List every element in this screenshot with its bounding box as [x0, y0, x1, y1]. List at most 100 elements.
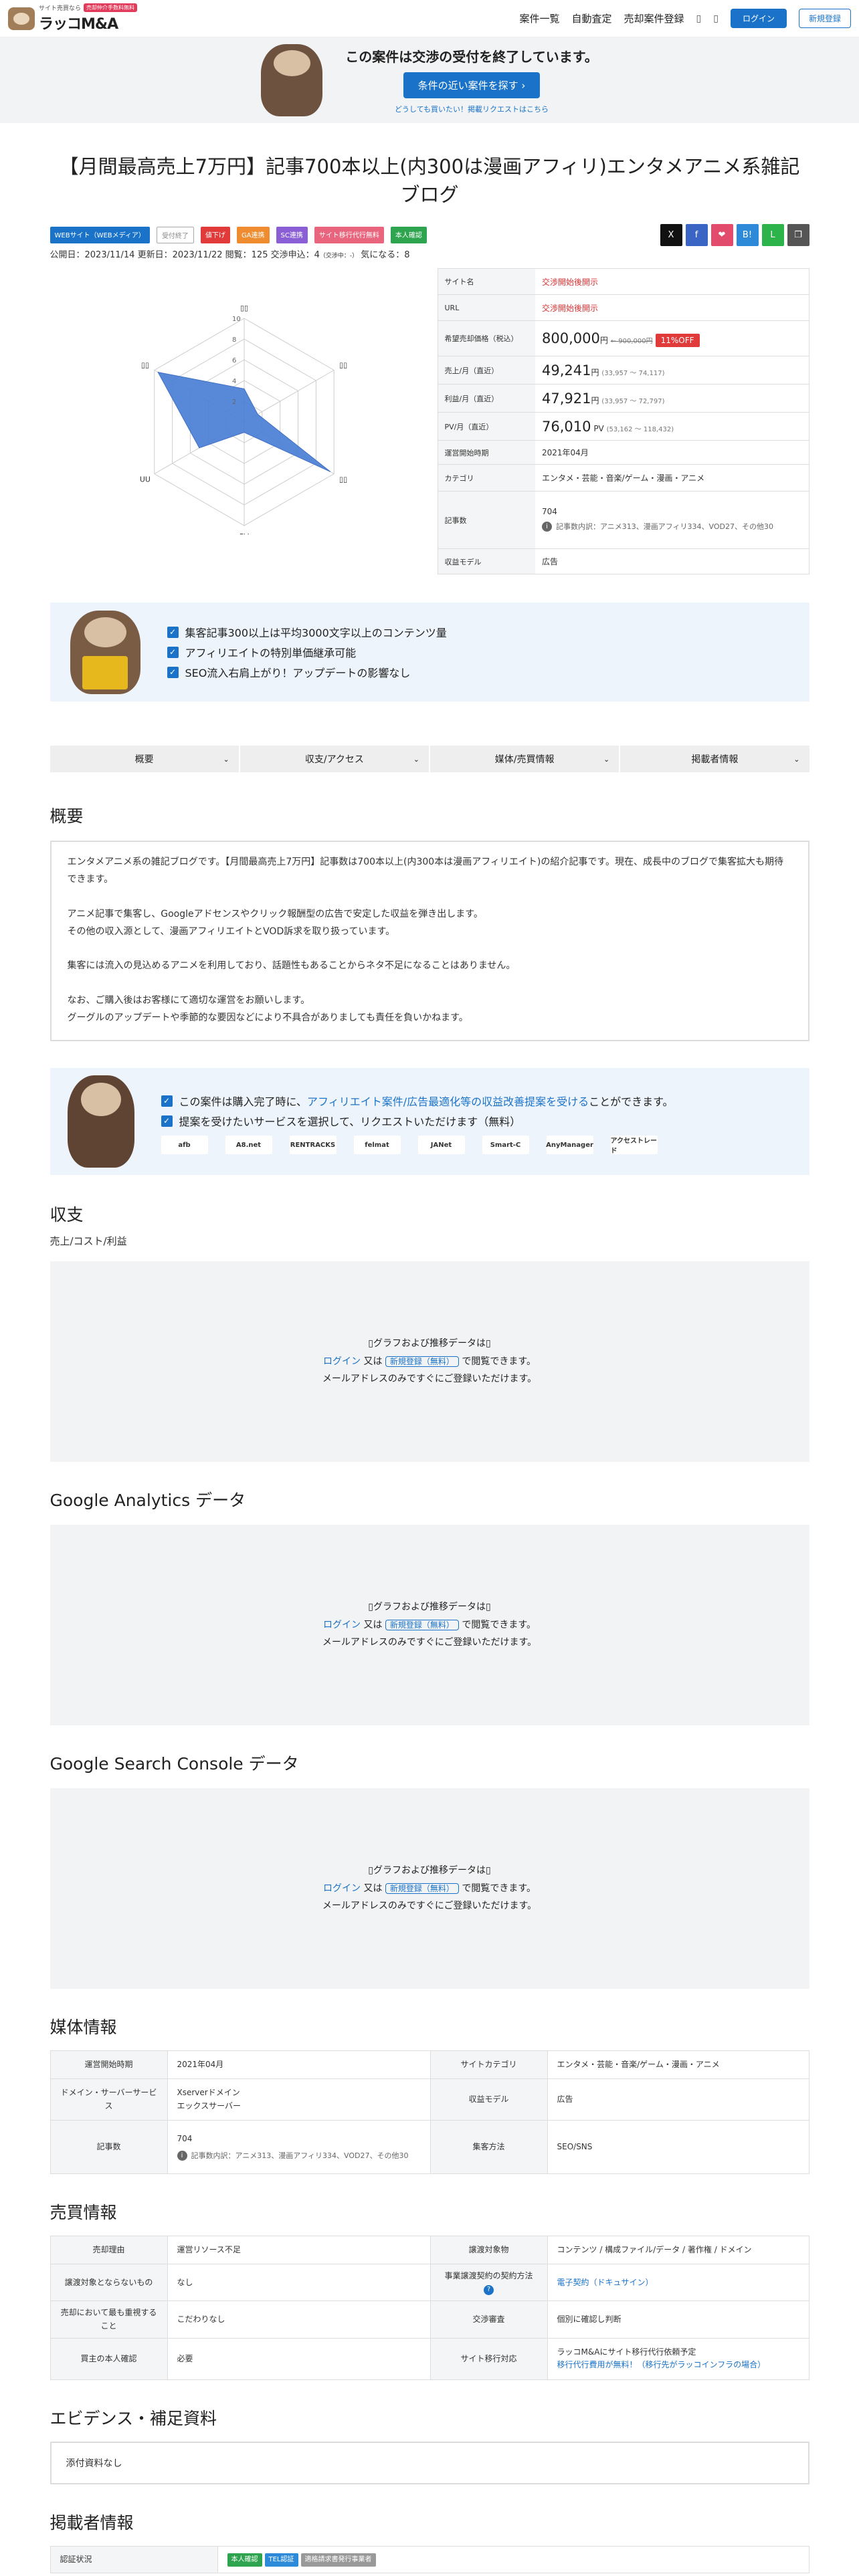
evidence-box: 添付資料なし [50, 2441, 809, 2484]
overview-paragraph [68, 975, 792, 992]
migration-link[interactable]: 移行代行費用が無料！（移行先がラッコインフラの場合） [557, 2360, 766, 2369]
radar-tick-label: 6 [232, 357, 236, 364]
watch-count: 気になる：8 [361, 250, 410, 260]
find-similar-button[interactable]: 条件の近い案件を探す › [403, 72, 541, 98]
articles-label: 記事数 [438, 491, 535, 549]
view-text: で閲覧できます。 [458, 1883, 536, 1894]
tab-seller[interactable]: 掲載者情報 ⌄ [620, 746, 809, 772]
login-link[interactable]: ログイン [323, 1356, 361, 1367]
radar-chart-svg: 10 8 6 4 2 ▯▯ ▯▯ ▯▯ PV UU ▯▯ [139, 304, 347, 541]
facebook-icon[interactable]: f [685, 223, 708, 246]
listing-tag: 受付終了 [156, 226, 194, 243]
partner-logo[interactable]: felmat [353, 1136, 401, 1154]
revenue-model-value: 広告 [535, 548, 809, 574]
tab-media-trade[interactable]: 媒体/売買情報 ⌄ [430, 746, 619, 772]
profit-value: 47,921 [542, 390, 591, 407]
feature-item: SEO流入右肩上がり！アップデートの影響なし [185, 667, 411, 679]
seller-heading: 掲載者情報 [50, 2512, 134, 2533]
login-link[interactable]: ログイン [323, 1883, 361, 1894]
overview-heading: 概要 [50, 807, 84, 826]
listing-request-link[interactable]: どうしても買いたい！掲載リクエストはこちら [345, 104, 597, 114]
revenue-model-label: 収益モデル [438, 548, 535, 574]
site-name-label: サイト名 [438, 268, 535, 295]
checkbox-icon: ✓ [167, 626, 179, 638]
media-info-table: 運営開始時期 2021年04月 サイトカテゴリ エンタメ・芸能・音楽/ゲーム・漫画・ア… [50, 2050, 809, 2174]
site-logo[interactable]: サイト売買なら 売却仲介手数料無料 ラッコM&A [8, 3, 138, 33]
category-value: エンタメ・芸能・音楽/ゲーム・漫画・アニメ [535, 464, 809, 492]
logo-tagline: サイト売買なら [39, 5, 82, 12]
chevron-right-icon: › [521, 80, 526, 92]
summary-table: サイト名 交渉開始後開示 URL 交渉開始後開示 希望売却価格（税込） 800,000… [437, 268, 809, 574]
nav-sell-register[interactable]: 売却案件登録 [624, 11, 684, 25]
register-link[interactable]: 新規登録（無料） [385, 1883, 459, 1894]
notification-icon[interactable]: ▯ [696, 13, 702, 24]
radar-tick-label: 2 [232, 399, 236, 406]
nav-listings[interactable]: 案件一覧 [519, 11, 559, 25]
radar-tick-label: 8 [232, 336, 236, 344]
start-value: 2021年04月 [535, 440, 809, 465]
radar-axis-label: PV [239, 532, 249, 534]
partner-logo[interactable]: afb [161, 1136, 208, 1154]
verification-badge: 本人確認 [227, 2553, 262, 2567]
x-icon[interactable]: X [660, 223, 682, 246]
sales-label: 売上/月（直近） [438, 356, 535, 385]
copy-icon[interactable]: ❐ [787, 223, 809, 246]
articles-value: 704 [542, 507, 557, 517]
login-button[interactable]: ログイン [730, 9, 787, 28]
register-button[interactable]: 新規登録 [798, 9, 851, 28]
checkbox-icon: ✓ [167, 666, 179, 678]
listing-tag: SC連携 [276, 226, 308, 243]
line-icon[interactable]: L [761, 223, 784, 246]
partner-logo[interactable]: AnyManager [546, 1136, 593, 1154]
discount-badge: 11%OFF [655, 334, 700, 347]
overview-paragraph: その他の収入源として、漫画アフィリエイトとVOD訴求を取り扱っています。 [67, 926, 395, 937]
updated-date: 更新日：2023/11/22 [137, 250, 223, 260]
pv-label: PV/月（直近） [438, 412, 535, 441]
trade-info-table: 売却理由 運営リソース不足 譲渡対象物 コンテンツ / 構成ファイル/データ / 著作… [50, 2236, 809, 2380]
locked-cta: ログイン 又は 新規登録（無料） で閲覧できます。 [323, 1353, 536, 1371]
listing-tag: 値下げ [200, 226, 230, 243]
chevron-down-icon: ⌄ [223, 754, 229, 764]
listing-tag: 本人確認 [390, 226, 427, 243]
share-buttons: Xf ❤ B! L ❐ [660, 223, 809, 246]
price-unit: 円 [599, 336, 608, 345]
pv-range: (53,162 〜 118,432) [606, 425, 674, 433]
register-link[interactable]: 新規登録（無料） [385, 1356, 459, 1367]
price-label: 希望売却価格（税込） [438, 320, 535, 356]
listing-tag: WEBサイト（WEBメディア） [50, 226, 150, 243]
login-link[interactable]: ログイン [323, 1620, 361, 1630]
features-box: ✓ 集客記事300以上は平均3000文字以上のコンテンツ量 ✓ アフィリエイトの特別… [50, 603, 809, 702]
tab-finance-access[interactable]: 収支/アクセス ⌄ [240, 746, 429, 772]
pocket-icon[interactable]: ❤ [710, 223, 733, 246]
overview-paragraph: 集客には流入の見込めるアニメを利用しており、話題性もあることからネタ不足になるこ… [67, 960, 516, 972]
price-value: 800,000 [542, 330, 600, 346]
feature-item: アフィリエイトの特別単価継承可能 [185, 647, 357, 659]
favorite-icon[interactable]: ▯ [713, 13, 719, 24]
radar-axis-label: ▯▯ [240, 304, 248, 312]
improvement-offer-link[interactable]: アフィリエイト案件/広告最適化等の収益改善提案を受ける [307, 1095, 589, 1108]
nav-auto-appraisal[interactable]: 自動査定 [572, 11, 612, 25]
negotiation-count: 交渉申込：4 [270, 250, 320, 260]
register-note: メールアドレスのみですぐにご登録いただけます。 [322, 1901, 537, 1912]
published-date: 公開日：2023/11/14 [50, 250, 135, 260]
register-link[interactable]: 新規登録（無料） [385, 1619, 459, 1630]
media-heading: 媒体情報 [50, 2018, 117, 2037]
partner-logo[interactable]: RENTRACKS [289, 1136, 337, 1154]
partner-logo[interactable]: A8.net [225, 1136, 272, 1154]
view-text: で閲覧できます。 [458, 1356, 536, 1367]
articles-note: 記事数内訳：アニメ313、漫画アフィリ334、VOD27、その他30 [556, 522, 774, 532]
radar-axis-label: UU [139, 475, 150, 484]
verification-badges: 本人確認 TEL認証 適格請求書発行事業者 [217, 2545, 809, 2573]
start-label: 運営開始時期 [438, 440, 535, 465]
partner-logo[interactable]: アクセストレード [610, 1136, 658, 1155]
sc-heading: Google Search Console データ [50, 1754, 299, 1774]
seller-info-table: 認証状況 本人確認 TEL認証 適格請求書発行事業者 [50, 2545, 809, 2573]
tab-overview[interactable]: 概要 ⌄ [50, 746, 239, 772]
negotiation-note: （交渉中：-） [319, 253, 359, 259]
partner-logo[interactable]: Smart-C [482, 1136, 529, 1154]
site-name-value: 交渉開始後開示 [535, 268, 809, 295]
partner-logo[interactable]: JANet [417, 1136, 465, 1154]
hatena-icon[interactable]: B! [736, 223, 759, 246]
chevron-down-icon: ⌄ [413, 754, 419, 764]
help-icon[interactable]: ? [484, 2284, 494, 2295]
